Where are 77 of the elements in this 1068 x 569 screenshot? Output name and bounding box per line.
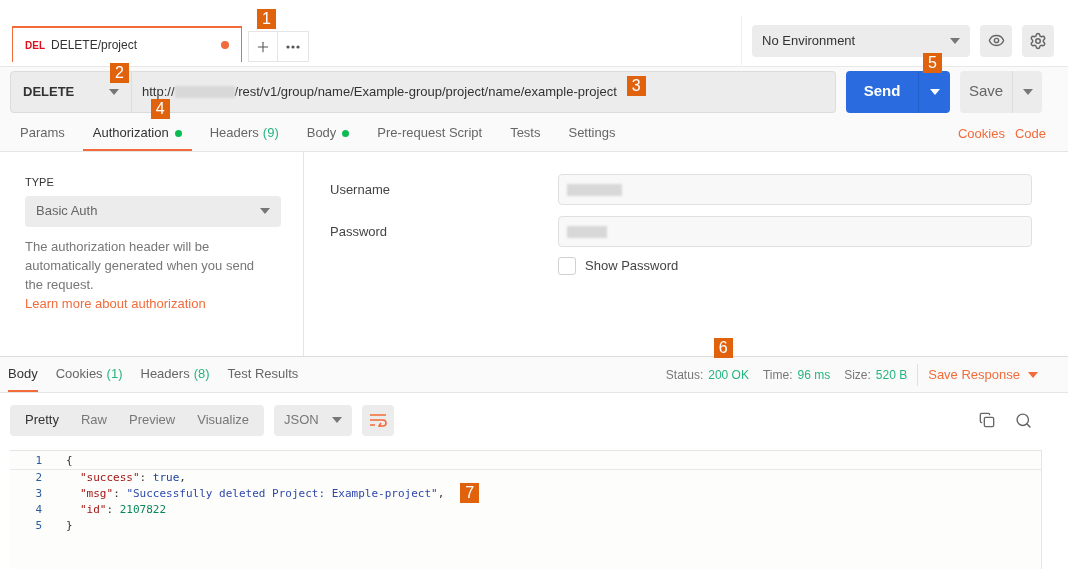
more-button[interactable] (278, 31, 309, 62)
url-prefix: http:// (142, 82, 175, 101)
type-heading: TYPE (25, 175, 55, 190)
annotation-marker: 2 (110, 62, 129, 83)
code-line: "id": 2107822 (79, 502, 167, 518)
learn-more-link[interactable]: Learn more about authorization (25, 295, 206, 311)
status-label: Time: (762, 367, 793, 384)
redaction-blur (567, 225, 607, 238)
caret-icon (260, 208, 270, 214)
format-select[interactable]: JSON (274, 404, 353, 436)
response-tab[interactable]: Headers (8) (140, 358, 210, 392)
status-value: 200 OK (708, 367, 749, 384)
response-tab[interactable]: Body (8, 358, 38, 392)
tab-title: DELETE/project (51, 37, 138, 54)
annotation-marker: 5 (923, 52, 942, 73)
line-number: 3 (34, 486, 43, 502)
wrap-button[interactable] (362, 404, 395, 436)
save-response-button[interactable]: Save Response (928, 358, 1038, 392)
auth-description: The authorization header will be automatically generated when you send the request. Learn more about authorization (25, 237, 256, 313)
eye-icon (987, 32, 1005, 49)
request-tab[interactable]: Settings (558, 117, 626, 151)
annotation-marker: 1 (257, 9, 276, 29)
checkbox[interactable] (558, 256, 576, 275)
code-line: "msg": "Successfully deleted Project: Example-project", (79, 486, 445, 502)
settings-icon (1029, 31, 1047, 50)
field-label: Password (330, 222, 389, 241)
code-line: } (66, 518, 73, 534)
input-field[interactable] (558, 216, 1032, 247)
caret-icon (109, 88, 119, 95)
method-label: DEL (25, 38, 45, 53)
request-tab[interactable]: Pre-request Script (367, 117, 493, 151)
line-number: 2 (34, 470, 43, 486)
annotation-marker: 7 (460, 483, 480, 503)
response-tab[interactable]: Cookies (1) (55, 358, 123, 392)
caret-icon (332, 417, 343, 423)
request-tab[interactable]: Body (296, 117, 360, 151)
copy-icon[interactable] (979, 412, 995, 428)
redaction-blur (567, 183, 622, 196)
caret-icon (1022, 88, 1033, 95)
view-mode-button[interactable]: Visualize (186, 404, 261, 436)
response-tab[interactable]: Test Results (227, 358, 299, 392)
annotation-marker: 3 (626, 75, 646, 96)
caret-icon (929, 88, 940, 95)
annotation-marker: 4 (150, 99, 170, 119)
more-icon (286, 44, 300, 49)
view-mode-button[interactable]: Raw (69, 404, 118, 436)
status-value: 520 B (875, 367, 908, 384)
wrap-lines-icon (369, 413, 388, 427)
line-number: 1 (34, 453, 43, 469)
settings-button[interactable] (1022, 24, 1054, 57)
search-icon[interactable] (1015, 411, 1032, 429)
new-tab-button[interactable] (248, 31, 278, 62)
status-label: Size: (844, 367, 871, 384)
line-number: 4 (34, 502, 43, 518)
auth-type-select[interactable]: Basic Auth (25, 195, 281, 227)
checkbox-label: Show Password (585, 257, 679, 275)
status-value: 96 ms (797, 367, 831, 384)
status-label: Status: (665, 367, 704, 384)
eye-button[interactable] (980, 24, 1012, 57)
field-label: Username (330, 180, 391, 199)
input-field[interactable] (558, 174, 1032, 205)
request-tab[interactable]: Tests (500, 117, 551, 151)
caret-icon (1028, 372, 1038, 378)
url-path: /rest/v1/group/name/Example-group/project/name/example-project (234, 82, 617, 101)
caret-icon (950, 37, 960, 44)
request-tab[interactable]: Params (10, 117, 75, 151)
code-line: "success": true, (79, 470, 186, 486)
code-line: { (66, 453, 73, 469)
view-mode-button[interactable]: Preview (118, 404, 187, 436)
line-number: 5 (34, 518, 43, 534)
request-link[interactable]: Code (1014, 117, 1046, 151)
view-mode-button[interactable]: Pretty (14, 404, 70, 436)
request-tab[interactable]: DEL DELETE/project (12, 26, 242, 62)
annotation-marker: 6 (713, 338, 733, 358)
request-tab[interactable]: Headers (9) (199, 117, 289, 151)
request-link[interactable]: Cookies (957, 117, 1005, 151)
environment-select[interactable]: No Environment (752, 24, 970, 57)
